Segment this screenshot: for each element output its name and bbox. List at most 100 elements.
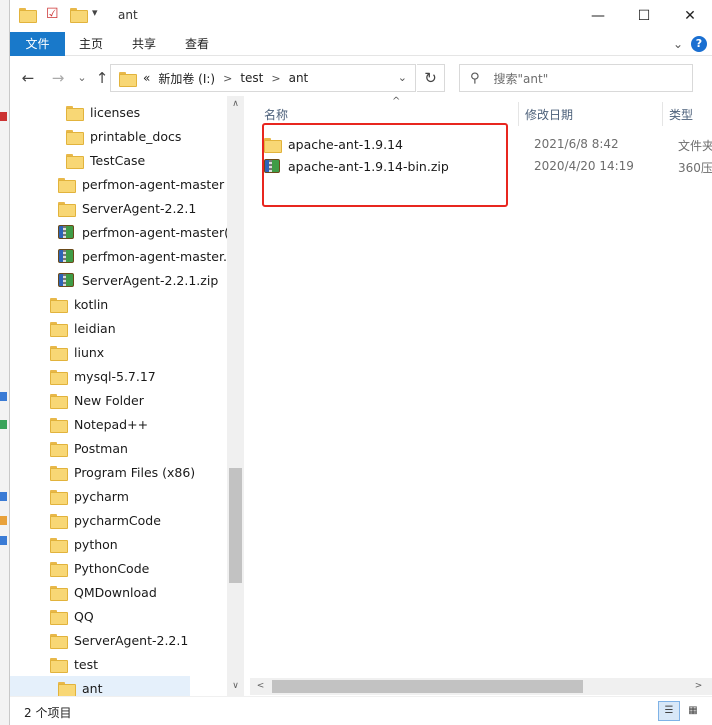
zip-icon	[58, 273, 74, 287]
scroll-right-arrow[interactable]: >	[690, 678, 707, 695]
tab-share[interactable]: 共享	[118, 32, 170, 56]
file-type: 文件夹	[678, 139, 712, 153]
background-mark	[0, 536, 7, 545]
breadcrumb-overflow[interactable]: «	[143, 71, 150, 85]
background-mark	[0, 516, 7, 525]
column-divider[interactable]	[662, 102, 663, 126]
nav-tree-item[interactable]: printable_docs	[66, 124, 181, 148]
folder-icon	[50, 393, 68, 409]
nav-tree-item[interactable]: perfmon-agent-master(1)	[58, 220, 242, 244]
ribbon-tabs: 文件 主页 共享 查看 ⌄ ?	[10, 32, 712, 56]
nav-tree-item[interactable]: python	[50, 532, 118, 556]
nav-tree-item[interactable]: kotlin	[50, 292, 108, 316]
folder-icon	[50, 561, 68, 577]
up-button[interactable]: ↑	[92, 68, 112, 88]
breadcrumb-separator[interactable]: >	[223, 72, 232, 85]
refresh-button[interactable]: ↻	[417, 64, 445, 92]
forward-button[interactable]: →	[48, 68, 68, 88]
column-header-name[interactable]: 名称	[264, 106, 288, 123]
breadcrumb-separator[interactable]: >	[271, 72, 280, 85]
nav-tree-item-label: test	[74, 656, 99, 672]
nav-scroll-thumb[interactable]	[229, 468, 242, 583]
nav-tree-item[interactable]: leidian	[50, 316, 116, 340]
back-button[interactable]: ←	[18, 68, 38, 88]
nav-tree-item[interactable]: ServerAgent-2.2.1	[50, 628, 188, 652]
nav-tree-item[interactable]: perfmon-agent-master	[58, 172, 224, 196]
nav-tree-item[interactable]: Notepad++	[50, 412, 148, 436]
column-divider[interactable]	[518, 102, 519, 126]
tab-view[interactable]: 查看	[171, 32, 223, 56]
folder-icon	[50, 417, 68, 433]
nav-tree-item[interactable]: PythonCode	[50, 556, 149, 580]
help-icon[interactable]: ?	[691, 36, 707, 52]
nav-tree-item-label: Postman	[74, 440, 128, 456]
status-bar: 2 个项目 ☰ ▦	[10, 696, 712, 725]
tab-home[interactable]: 主页	[65, 32, 117, 56]
nav-tree-item[interactable]: TestCase	[66, 148, 145, 172]
properties-check-icon[interactable]: ☑	[46, 6, 62, 22]
maximize-button[interactable]: ☐	[621, 0, 667, 32]
recent-locations-icon[interactable]: ⌄	[72, 68, 92, 88]
nav-tree-item[interactable]: test	[50, 652, 98, 676]
nav-tree-item[interactable]: Program Files (x86)	[50, 460, 195, 484]
scroll-up-arrow[interactable]: ∧	[227, 96, 244, 113]
search-placeholder: 搜索"ant"	[493, 71, 549, 86]
nav-tree-item[interactable]: ServerAgent-2.2.1.zip	[58, 268, 218, 292]
nav-tree-item-label: printable_docs	[90, 128, 182, 144]
large-icons-view-button[interactable]: ▦	[682, 701, 704, 721]
background-mark	[0, 420, 7, 429]
folder-icon	[50, 513, 68, 529]
address-bar[interactable]: « 新加卷 (I:) > test > ant ⌄	[110, 64, 416, 92]
folder-icon	[50, 489, 68, 505]
horizontal-scroll-thumb[interactable]	[272, 680, 583, 693]
folder-icon	[50, 297, 68, 313]
breadcrumb-ant[interactable]: ant	[289, 71, 309, 85]
breadcrumb-test[interactable]: test	[240, 71, 263, 85]
nav-tree-item-label: python	[74, 536, 118, 552]
nav-scrollbar[interactable]: ∧ ∨	[227, 96, 244, 696]
nav-tree-item[interactable]: QQ	[50, 604, 94, 628]
folder-icon	[50, 609, 68, 625]
column-header-date[interactable]: 修改日期	[525, 106, 573, 123]
folder-icon	[50, 369, 68, 385]
breadcrumb-drive[interactable]: 新加卷 (I:)	[158, 70, 215, 87]
background-mark	[0, 392, 7, 401]
nav-tree-item[interactable]: mysql-5.7.17	[50, 364, 156, 388]
close-button[interactable]: ✕	[667, 0, 712, 32]
address-dropdown-icon[interactable]: ⌄	[398, 71, 407, 84]
search-input[interactable]: ⚲ 搜索"ant"	[459, 64, 693, 92]
search-icon: ⚲	[470, 70, 480, 86]
nav-tree-item[interactable]: pycharmCode	[50, 508, 161, 532]
details-view-button[interactable]: ☰	[658, 701, 680, 721]
column-header-type[interactable]: 类型	[669, 106, 693, 123]
nav-tree-item[interactable]: QMDownload	[50, 580, 157, 604]
folder-icon	[50, 633, 68, 649]
file-modified-date: 2021/6/8 8:42	[534, 137, 619, 151]
folder-icon	[19, 8, 37, 24]
nav-tree-item[interactable]: ant	[10, 676, 190, 696]
folder-icon	[58, 201, 76, 217]
tab-file[interactable]: 文件	[10, 32, 65, 56]
minimize-button[interactable]: —	[575, 0, 621, 32]
new-folder-icon[interactable]	[70, 8, 88, 24]
file-explorer-window: ☑ ▾ ant — ☐ ✕ 文件 主页 共享 查看 ⌄ ? ← → ⌄ ↑ « …	[9, 0, 712, 725]
ribbon-collapse-icon[interactable]: ⌄	[673, 37, 683, 51]
folder-icon	[50, 657, 68, 673]
quick-access-dropdown-icon[interactable]: ▾	[92, 6, 108, 22]
nav-tree-item[interactable]: licenses	[66, 100, 140, 124]
nav-tree-item[interactable]: perfmon-agent-master.zip	[58, 244, 243, 268]
nav-tree-item[interactable]: pycharm	[50, 484, 129, 508]
nav-tree-item[interactable]: ServerAgent-2.2.1	[58, 196, 196, 220]
folder-icon	[66, 129, 84, 145]
zip-icon	[58, 249, 74, 263]
folder-icon	[66, 105, 84, 121]
horizontal-scrollbar[interactable]: < >	[250, 678, 712, 695]
nav-tree-item[interactable]: Postman	[50, 436, 128, 460]
nav-tree-item-label: perfmon-agent-master(1)	[82, 224, 242, 240]
scroll-left-arrow[interactable]: <	[252, 678, 269, 695]
scroll-down-arrow[interactable]: ∨	[227, 678, 244, 695]
nav-tree-item[interactable]: New Folder	[50, 388, 144, 412]
nav-tree-item[interactable]: liunx	[50, 340, 104, 364]
folder-icon	[50, 585, 68, 601]
file-type: 360压缩	[678, 161, 712, 175]
